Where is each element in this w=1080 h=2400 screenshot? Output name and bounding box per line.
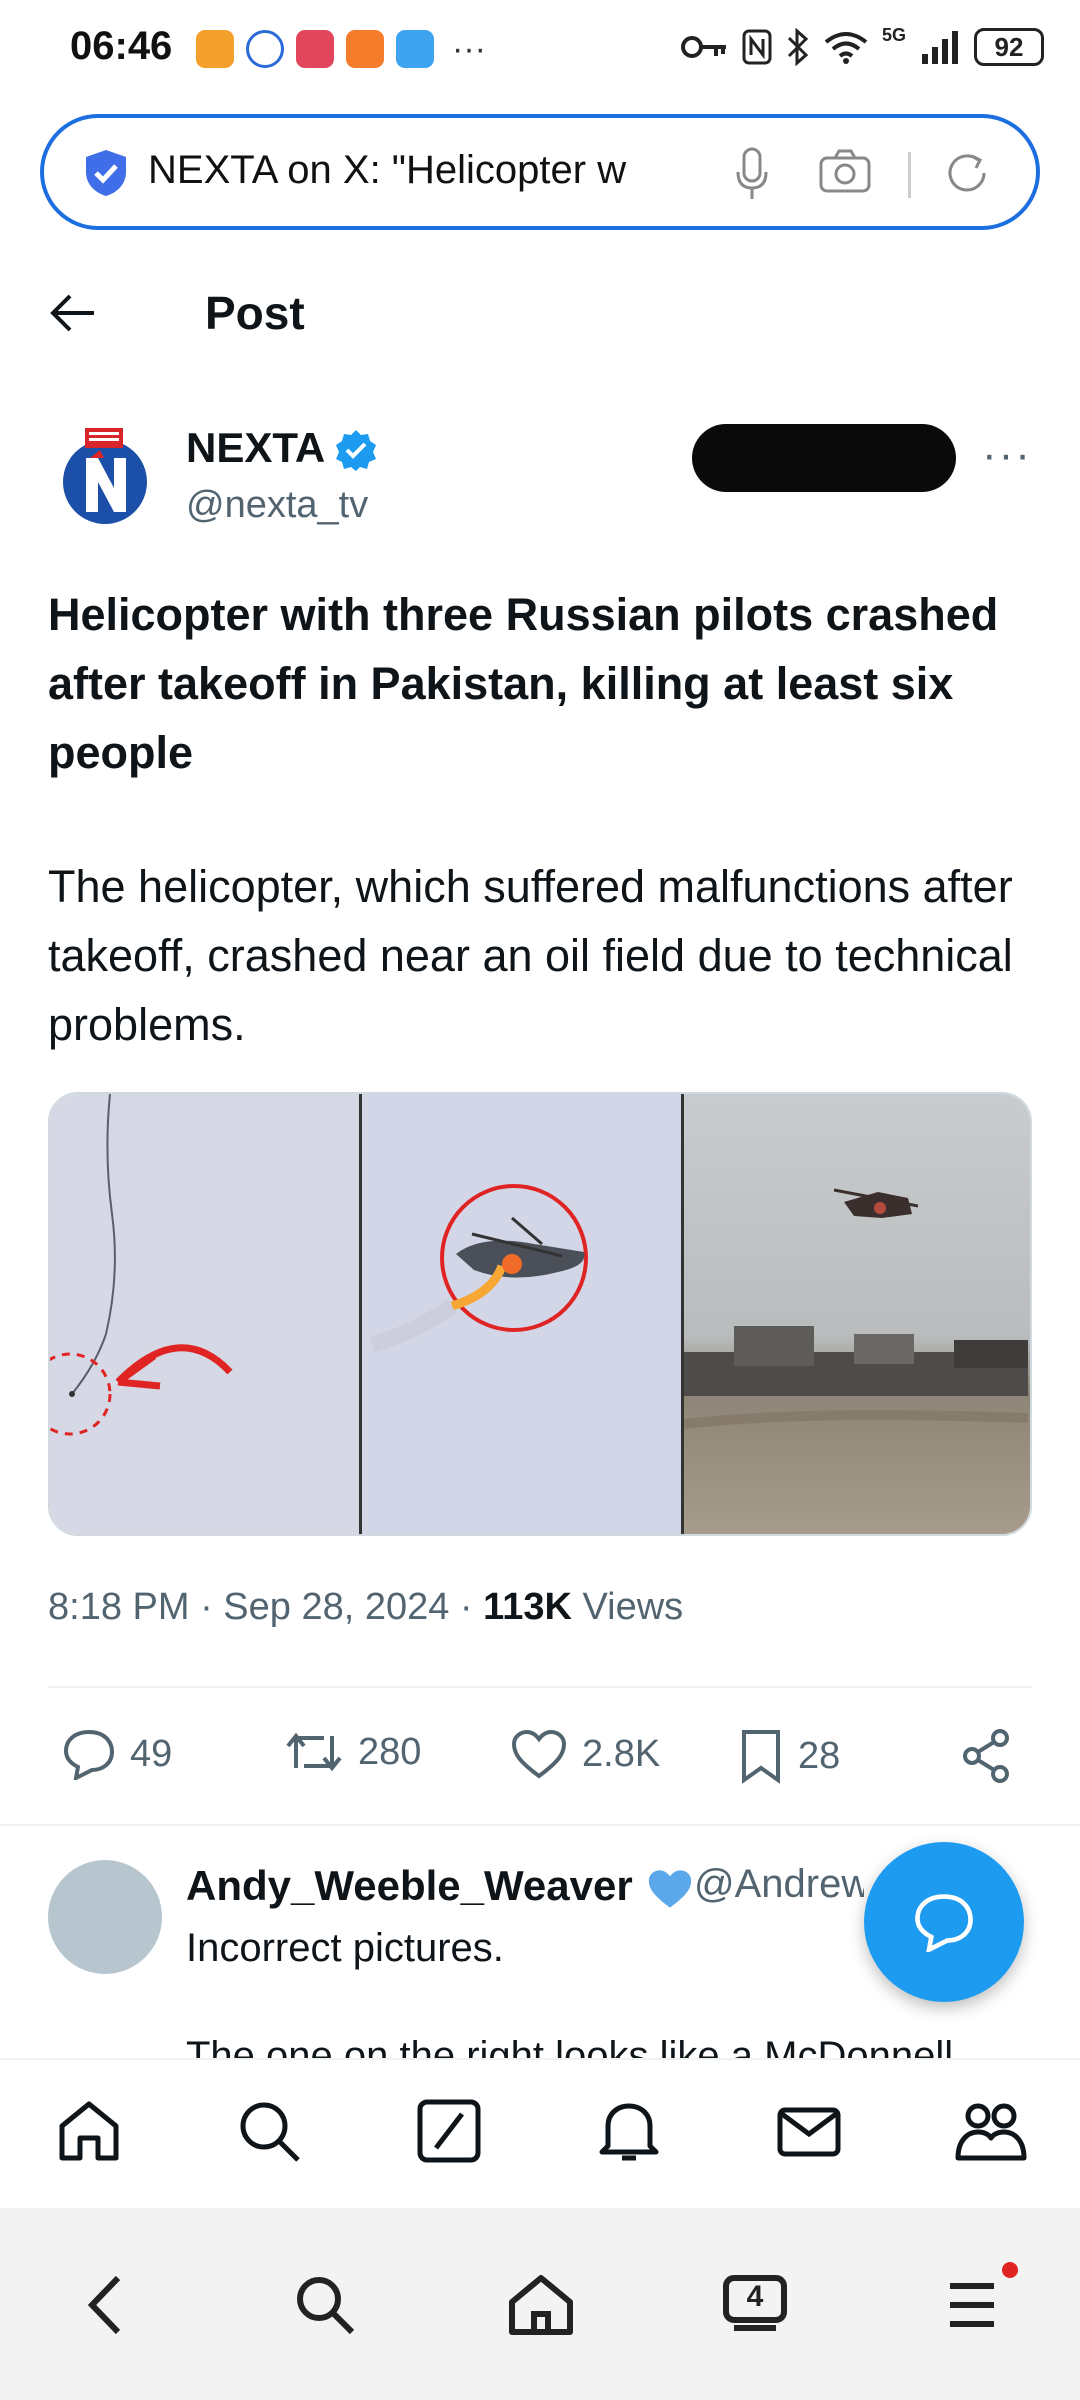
- battery-indicator: 92: [974, 28, 1044, 66]
- key-icon: [680, 36, 726, 58]
- heart-emoji-icon: [649, 1870, 692, 1908]
- bookmark-icon: [742, 1730, 780, 1784]
- author-handle[interactable]: @nexta_tv: [186, 484, 368, 527]
- bookmark-count: 28: [798, 1734, 841, 1777]
- smoke-trail-graphic: [50, 1094, 233, 1436]
- url-divider: [908, 152, 911, 198]
- author-name[interactable]: NEXTA: [186, 424, 325, 472]
- post-body: The helicopter, which suffered malfuncti…: [48, 861, 1013, 1050]
- media-panel-left[interactable]: [50, 1094, 362, 1534]
- more-options-icon[interactable]: ···: [982, 430, 1032, 480]
- microphone-icon[interactable]: [734, 146, 770, 202]
- repost-count: 280: [358, 1730, 422, 1773]
- reply-author-handle[interactable]: @Andrew: [694, 1862, 864, 1907]
- messages-icon[interactable]: [774, 2096, 844, 2166]
- reply-icon: [63, 1729, 115, 1780]
- shield-icon: [86, 150, 126, 196]
- reply-text-continued: The one on the right looks like a McDonn…: [186, 2034, 954, 2058]
- post-actions: 49 280 2.8K 28: [0, 1700, 1080, 1810]
- back-arrow-icon[interactable]: [48, 290, 98, 336]
- divider: [0, 1824, 1080, 1826]
- like-button[interactable]: 2.8K: [510, 1728, 660, 1780]
- clock: 06:46: [70, 24, 173, 68]
- reply-count: 49: [130, 1732, 173, 1775]
- like-count: 2.8K: [582, 1732, 661, 1775]
- notification-dot: [1002, 2262, 1018, 2278]
- share-button[interactable]: [960, 1728, 1012, 1784]
- url-text[interactable]: NEXTA on X: "Helicopter w: [148, 148, 718, 193]
- reply-author-name[interactable]: Andy_Weeble_Weaver: [186, 1862, 696, 1911]
- reply-button[interactable]: 49: [62, 1728, 172, 1780]
- camera-icon[interactable]: [818, 148, 872, 194]
- crash-site-graphic: [683, 1188, 1029, 1429]
- reply-bubble-icon: [915, 1894, 973, 1952]
- verified-badge-icon: [336, 430, 376, 471]
- views-label: Views: [571, 1586, 684, 1628]
- author-avatar[interactable]: [48, 420, 162, 534]
- system-nav-bar: 4: [0, 2208, 1080, 2400]
- address-bar[interactable]: NEXTA on X: "Helicopter w: [40, 114, 1040, 230]
- tabs-icon[interactable]: 4: [720, 2272, 790, 2338]
- repost-icon: [286, 1732, 342, 1772]
- weather-icon: [396, 30, 434, 68]
- grok-icon[interactable]: [414, 2096, 484, 2166]
- post-media[interactable]: [48, 1092, 1032, 1536]
- search-icon[interactable]: [292, 2272, 358, 2338]
- reply-text: Incorrect pictures.: [186, 1926, 504, 1970]
- nexta-logo-icon: [63, 428, 147, 524]
- share-icon: [963, 1729, 1009, 1783]
- search-icon[interactable]: [234, 2096, 304, 2166]
- weibo-icon: [196, 30, 234, 68]
- app-bottom-nav: [0, 2058, 1080, 2208]
- post-header: Post: [0, 260, 1080, 370]
- helicopter-graphic: [369, 1184, 588, 1352]
- home-icon[interactable]: [54, 2096, 124, 2166]
- more-notifications-icon: ···: [452, 30, 486, 68]
- post-meta: 8:18 PM · Sep 28, 2024 · 113K Views: [48, 1586, 683, 1629]
- bookmark-button[interactable]: 28: [738, 1728, 840, 1784]
- status-bar: 06:46 ··· 5G 92: [0, 0, 1080, 100]
- wifi-icon: [824, 32, 868, 64]
- redacted-follow-button[interactable]: [692, 424, 956, 492]
- reply-author-name-text: Andy_Weeble_Weaver: [186, 1862, 633, 1909]
- media-panel-middle[interactable]: [362, 1094, 684, 1534]
- divider: [48, 1686, 1032, 1688]
- page-title: Post: [205, 287, 305, 339]
- status-indicators: 5G 92: [680, 24, 1044, 66]
- heart-icon: [511, 1729, 567, 1779]
- communities-icon[interactable]: [954, 2096, 1028, 2166]
- tabs-count: 4: [746, 2280, 764, 2313]
- nfc-icon: [742, 29, 772, 65]
- bluetooth-icon: [787, 28, 809, 66]
- media-panel-right[interactable]: [683, 1094, 1030, 1534]
- home-icon[interactable]: [506, 2272, 576, 2338]
- reload-icon[interactable]: [942, 148, 992, 198]
- repost-button[interactable]: 280: [284, 1728, 421, 1776]
- ifly-icon: [246, 30, 284, 68]
- video-app-icon: [346, 30, 384, 68]
- app-icon: [296, 30, 334, 68]
- compose-reply-button[interactable]: [864, 1842, 1024, 2002]
- notifications-icon[interactable]: [594, 2096, 664, 2166]
- views-count: 113K: [483, 1586, 572, 1628]
- notification-icons: ···: [196, 30, 486, 68]
- signal-icon: [922, 31, 958, 64]
- post-headline: Helicopter with three Russian pilots cra…: [48, 589, 999, 778]
- post-timestamp: 8:18 PM · Sep 28, 2024 ·: [48, 1586, 484, 1628]
- reply-avatar[interactable]: [48, 1860, 162, 1974]
- menu-icon[interactable]: [944, 2272, 1000, 2338]
- network-type: 5G: [881, 24, 906, 45]
- back-icon[interactable]: [84, 2272, 124, 2338]
